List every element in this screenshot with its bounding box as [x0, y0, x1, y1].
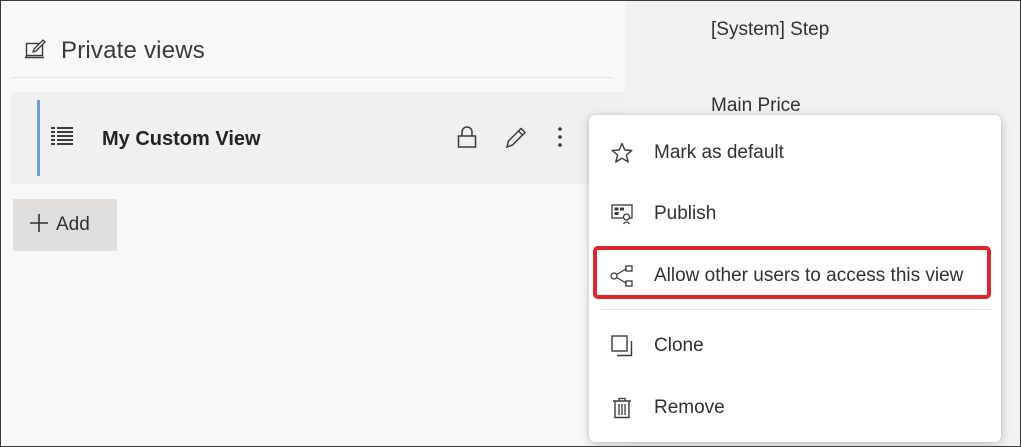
menu-item-label: Mark as default	[654, 142, 784, 163]
menu-item-allow-access[interactable]: Allow other users to access this view	[589, 250, 1001, 302]
column-item: Main Price	[711, 95, 801, 116]
panel-title: Private views	[61, 37, 205, 64]
view-list-item[interactable]: My Custom View	[11, 92, 625, 184]
menu-item-publish[interactable]: Publish	[589, 188, 1001, 240]
grid-view-icon	[51, 127, 73, 150]
menu-divider	[601, 309, 991, 310]
star-icon	[610, 141, 634, 165]
panel-header: Private views	[25, 37, 205, 65]
view-name: My Custom View	[102, 128, 261, 150]
menu-item-clone[interactable]: Clone	[589, 320, 1001, 372]
lock-icon[interactable]	[457, 125, 477, 154]
menu-item-mark-as-default[interactable]: Mark as default	[589, 127, 1001, 179]
plus-icon	[30, 213, 48, 237]
menu-item-label: Allow other users to access this view	[654, 265, 964, 286]
add-view-button[interactable]: Add	[13, 199, 117, 251]
clone-icon	[610, 334, 634, 358]
menu-item-remove[interactable]: Remove	[589, 382, 1001, 434]
publish-icon	[610, 202, 634, 226]
trash-icon	[610, 396, 634, 420]
more-vertical-icon[interactable]	[556, 125, 564, 154]
menu-item-label: Clone	[654, 335, 704, 356]
selection-indicator	[37, 100, 40, 176]
pencil-icon[interactable]	[505, 125, 527, 154]
app-frame: Private views My Custom View Add [System…	[0, 0, 1021, 447]
share-icon	[610, 264, 634, 288]
menu-item-label: Publish	[654, 203, 717, 224]
views-panel: Private views My Custom View Add	[1, 1, 625, 446]
edit-view-icon	[25, 38, 47, 64]
context-menu: Mark as default Publish Allow other user…	[589, 115, 1001, 442]
column-item: [System] Step	[711, 19, 830, 40]
header-divider	[11, 77, 613, 78]
menu-item-label: Remove	[654, 397, 725, 418]
add-button-label: Add	[56, 214, 90, 235]
